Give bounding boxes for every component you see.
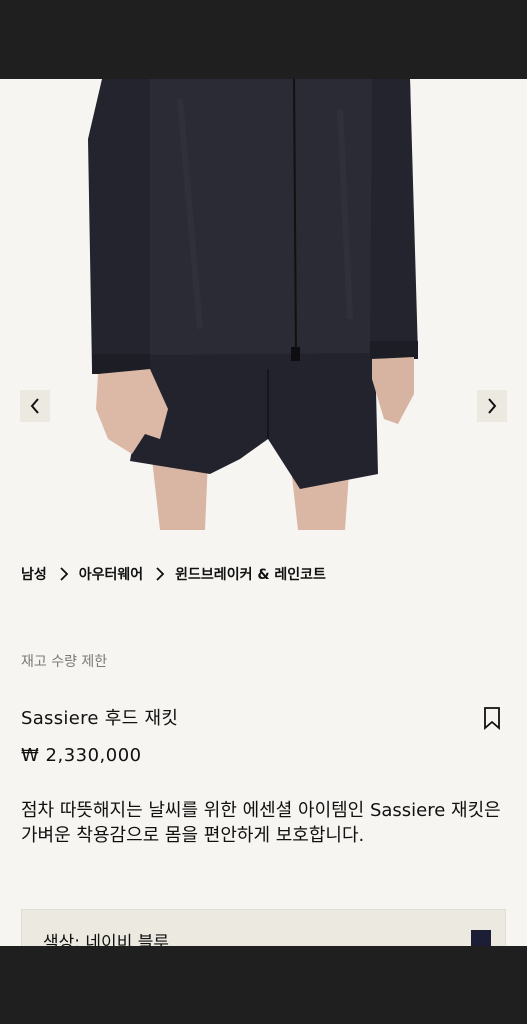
breadcrumb-item-windbreaker[interactable]: 윈드브레이커 & 레인코트 [175,564,326,584]
chevron-right-icon [59,566,69,582]
product-image-gallery[interactable] [0,79,527,530]
chevron-right-icon [488,398,497,414]
bookmark-button[interactable] [482,706,502,730]
product-description: 점차 따뜻해지는 날씨를 위한 에센셜 아이템인 Sassiere 재킷은 가벼… [21,800,501,846]
product-title: Sassiere 후드 재킷 [21,708,179,729]
breadcrumb-item-outerwear[interactable]: 아우터웨어 [79,564,143,584]
breadcrumb-item-men[interactable]: 남성 [21,564,47,584]
product-photo [88,79,418,530]
breadcrumb: 남성 아우터웨어 윈드브레이커 & 레인코트 [21,564,326,584]
prev-image-button[interactable] [20,390,50,422]
bookmark-icon [484,707,500,730]
stock-note: 재고 수량 제한 [21,654,108,670]
next-image-button[interactable] [477,390,507,422]
product-price: ₩ 2,330,000 [21,745,142,766]
status-bar [0,0,527,79]
chevron-right-icon [155,566,165,582]
navigation-bar [0,946,527,1024]
chevron-left-icon [30,398,39,414]
